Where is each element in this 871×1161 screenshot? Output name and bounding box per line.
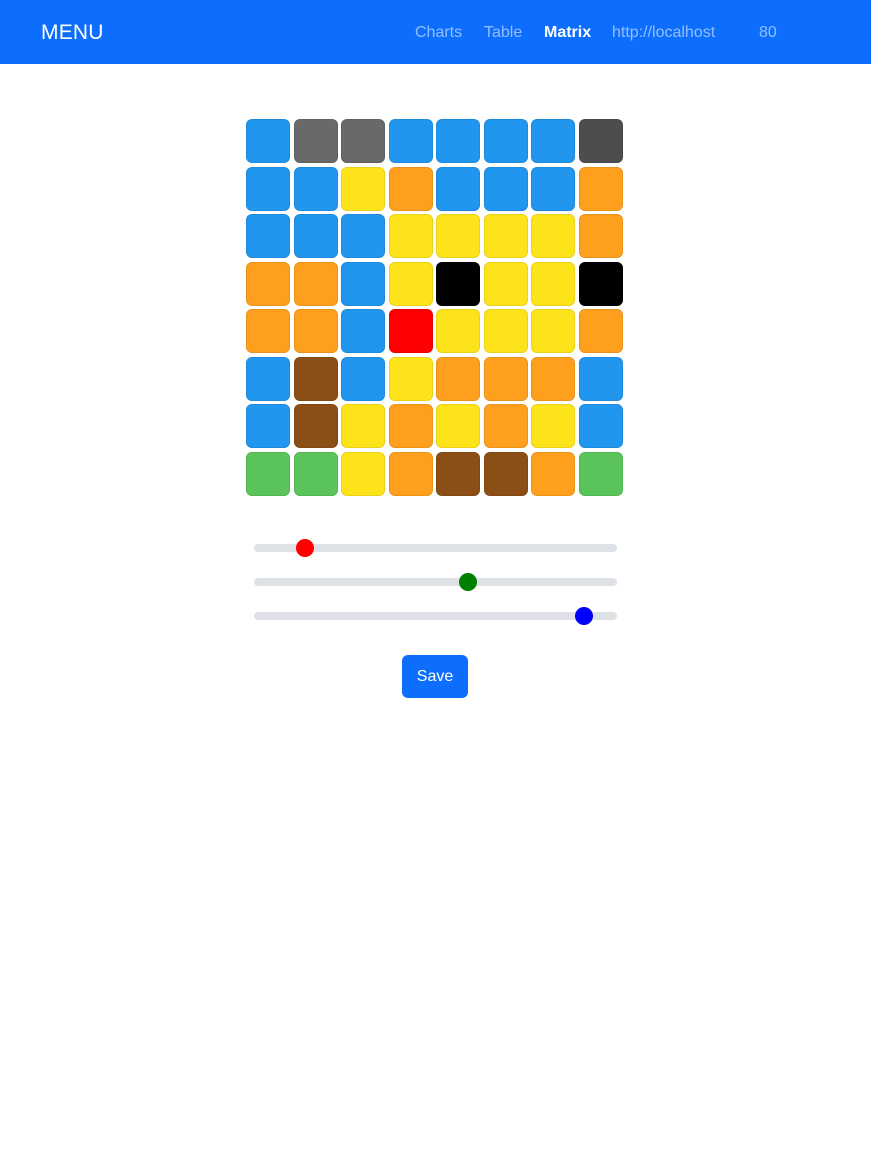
matrix-cell[interactable] [484, 262, 528, 306]
matrix-cell[interactable] [341, 119, 385, 163]
matrix-cell[interactable] [341, 452, 385, 496]
matrix-cell[interactable] [294, 214, 338, 258]
nav-item-charts[interactable]: Charts [415, 22, 462, 44]
matrix-cell[interactable] [579, 309, 623, 353]
matrix-cell[interactable] [436, 262, 480, 306]
nav-item-matrix[interactable]: Matrix [544, 22, 591, 44]
matrix-cell[interactable] [341, 262, 385, 306]
matrix-cell[interactable] [484, 119, 528, 163]
red-slider[interactable] [254, 539, 617, 557]
matrix-cell[interactable] [246, 404, 290, 448]
nav-item-table[interactable]: Table [484, 22, 522, 44]
matrix-cell[interactable] [294, 262, 338, 306]
matrix-cell[interactable] [341, 167, 385, 211]
matrix-cell[interactable] [246, 452, 290, 496]
matrix-cell[interactable] [246, 119, 290, 163]
matrix-cell[interactable] [389, 167, 433, 211]
green-slider-thumb[interactable] [459, 573, 477, 591]
matrix-cell[interactable] [436, 214, 480, 258]
color-matrix [246, 119, 626, 499]
matrix-cell[interactable] [531, 309, 575, 353]
matrix-cell[interactable] [484, 452, 528, 496]
matrix-cell[interactable] [436, 119, 480, 163]
matrix-cell[interactable] [389, 119, 433, 163]
matrix-cell[interactable] [294, 452, 338, 496]
matrix-cell[interactable] [294, 404, 338, 448]
matrix-cell[interactable] [294, 357, 338, 401]
green-slider[interactable] [254, 573, 617, 591]
matrix-cell[interactable] [531, 357, 575, 401]
matrix-cell[interactable] [294, 309, 338, 353]
matrix-cell[interactable] [484, 357, 528, 401]
matrix-cell[interactable] [389, 309, 433, 353]
matrix-cell[interactable] [341, 404, 385, 448]
nav-item-port[interactable]: 80 [759, 22, 777, 44]
matrix-cell[interactable] [484, 167, 528, 211]
matrix-cell[interactable] [579, 119, 623, 163]
matrix-cell[interactable] [389, 357, 433, 401]
nav-item-host[interactable]: http://localhost [612, 22, 715, 44]
matrix-cell[interactable] [579, 262, 623, 306]
matrix-cell[interactable] [531, 167, 575, 211]
matrix-cell[interactable] [341, 357, 385, 401]
matrix-cell[interactable] [436, 309, 480, 353]
matrix-cell[interactable] [246, 167, 290, 211]
matrix-cell[interactable] [389, 452, 433, 496]
matrix-cell[interactable] [579, 452, 623, 496]
matrix-cell[interactable] [484, 404, 528, 448]
matrix-cell[interactable] [531, 452, 575, 496]
matrix-cell[interactable] [294, 119, 338, 163]
matrix-cell[interactable] [531, 404, 575, 448]
matrix-cell[interactable] [436, 357, 480, 401]
matrix-cell[interactable] [246, 214, 290, 258]
matrix-cell[interactable] [436, 452, 480, 496]
matrix-cell[interactable] [341, 309, 385, 353]
menu-brand[interactable]: MENU [41, 20, 104, 46]
save-button[interactable]: Save [402, 655, 468, 698]
matrix-cell[interactable] [579, 214, 623, 258]
matrix-cell[interactable] [484, 214, 528, 258]
matrix-cell[interactable] [436, 167, 480, 211]
matrix-cell[interactable] [531, 119, 575, 163]
matrix-cell[interactable] [389, 262, 433, 306]
blue-slider[interactable] [254, 607, 617, 625]
matrix-cell[interactable] [579, 404, 623, 448]
matrix-cell[interactable] [246, 309, 290, 353]
red-slider-thumb[interactable] [296, 539, 314, 557]
matrix-cell[interactable] [579, 357, 623, 401]
matrix-cell[interactable] [436, 404, 480, 448]
matrix-cell[interactable] [246, 357, 290, 401]
matrix-cell[interactable] [579, 167, 623, 211]
matrix-cell[interactable] [246, 262, 290, 306]
blue-slider-thumb[interactable] [575, 607, 593, 625]
matrix-cell[interactable] [294, 167, 338, 211]
matrix-cell[interactable] [389, 214, 433, 258]
matrix-cell[interactable] [389, 404, 433, 448]
matrix-cell[interactable] [531, 262, 575, 306]
matrix-cell[interactable] [484, 309, 528, 353]
matrix-cell[interactable] [531, 214, 575, 258]
top-navbar: MENU Charts Table Matrix http://localhos… [0, 0, 871, 64]
matrix-cell[interactable] [341, 214, 385, 258]
